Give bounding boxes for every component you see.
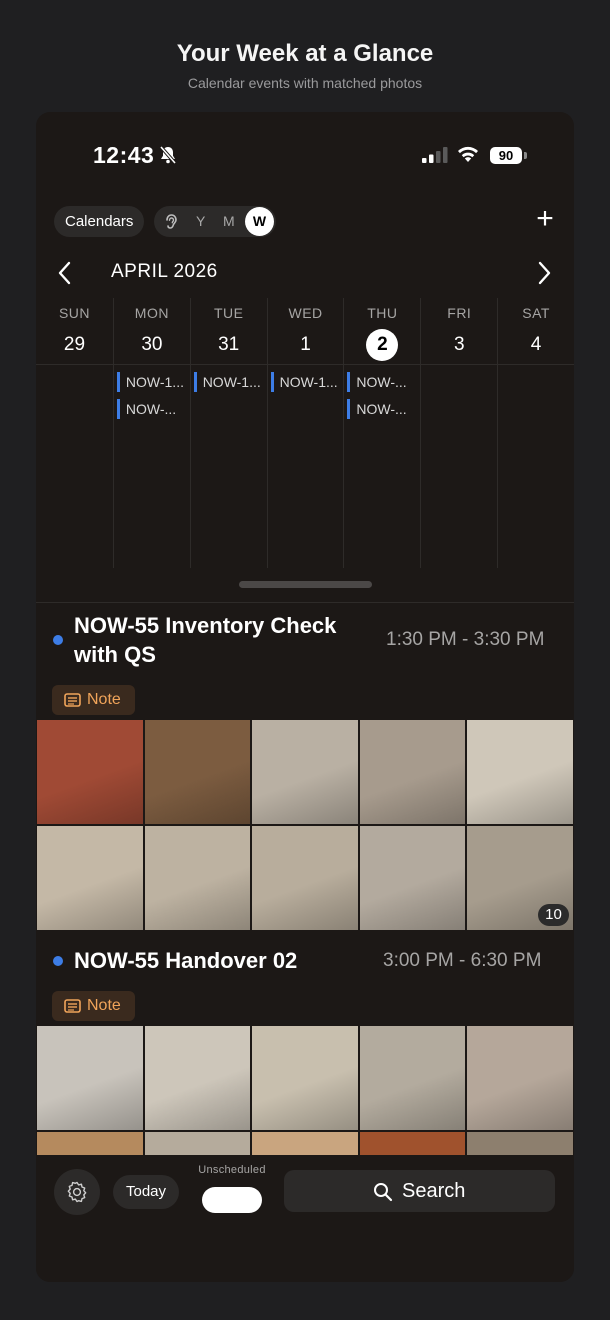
day-of-week: SUN [58,305,91,321]
photo-thumbnail[interactable] [36,719,144,825]
calendar-event-chip[interactable]: NOW-... [347,372,419,392]
day-column-mon[interactable]: MON 30 NOW-1... NOW-... [112,298,190,568]
month-navigation: APRIL 2026 [36,256,574,290]
bell-slash-icon [159,145,177,165]
today-button[interactable]: Today [113,1175,179,1209]
note-button[interactable]: Note [52,685,135,715]
event-title-line: NOW-55 Inventory Check [74,613,337,638]
photo-thumbnail[interactable] [36,1025,144,1131]
photo-thumbnail[interactable] [143,825,252,931]
day-of-week: SAT [522,305,550,321]
phone-screen: 12:43 90 Calendars Y M W + APRIL 2026 SU… [36,112,574,1282]
event-title: NOW-55 Inventory Check with QS [74,611,336,669]
day-number[interactable]: 4 [520,329,552,361]
day-column-sat[interactable]: SAT 4 [497,298,574,568]
calendar-event-chip[interactable]: NOW-... [347,399,419,419]
day-column-wed[interactable]: WED 1 NOW-1... [266,298,344,568]
photo-thumbnail[interactable] [466,1025,574,1131]
search-label: Search [402,1180,466,1202]
battery-icon: 90 [490,147,522,164]
view-week[interactable]: W [245,207,274,236]
settings-button[interactable] [54,1169,100,1215]
photo-thumbnail[interactable] [358,1025,467,1131]
day-column-fri[interactable]: FRI 3 [420,298,497,568]
view-mode-selector[interactable]: Y M W [154,206,276,237]
promo-subtitle: Calendar events with matched photos [187,75,423,91]
photo-thumbnail[interactable]: 10 [466,825,574,931]
calendar-event-chip[interactable]: NOW-1... [270,372,343,392]
chevron-right-icon[interactable] [533,260,555,286]
note-icon [64,999,81,1013]
calendar-event-chip[interactable]: NOW-1... [116,372,189,392]
note-label: Note [87,997,121,1014]
event-color-dot [53,956,63,966]
photo-thumbnail[interactable] [251,1025,359,1131]
note-button[interactable]: Note [52,991,135,1021]
toolbar: Calendars Y M W + [36,202,574,240]
event-color-dot [53,635,63,645]
bottom-toolbar: Today Unscheduled Search [36,1155,574,1282]
unscheduled-toggle[interactable] [202,1187,262,1213]
view-year[interactable]: Y [196,206,205,237]
promo-title: Your Week at a Glance [176,40,434,67]
day-number[interactable]: 3 [443,329,475,361]
status-bar: 12:43 90 [36,112,574,192]
battery-tip [524,152,527,159]
event-time: 1:30 PM - 3:30 PM [386,629,545,650]
section-divider [36,602,574,603]
ear-icon[interactable] [162,212,180,231]
calendar-event-chip[interactable]: NOW-... [116,399,189,419]
day-number[interactable]: 30 [136,329,168,361]
unscheduled-label: Unscheduled [198,1164,266,1176]
search-button[interactable]: Search [284,1170,555,1212]
day-column-tue[interactable]: TUE 31 NOW-1... [189,298,267,568]
event-card[interactable]: NOW-55 Handover 02 3:00 PM - 6:30 PM Not… [36,942,574,1237]
day-column-thu[interactable]: THU 2 NOW-... NOW-... [343,298,420,568]
photo-thumbnail[interactable] [251,719,359,825]
add-event-button[interactable]: + [533,202,557,236]
day-number[interactable]: 31 [213,329,245,361]
event-title: NOW-55 Handover 02 [74,948,298,973]
calendars-button[interactable]: Calendars [54,206,145,237]
month-label: APRIL 2026 [111,261,218,282]
today-indicator[interactable]: 2 [366,329,399,361]
event-title-line: with QS [74,642,156,667]
photo-thumbnail[interactable] [36,825,144,931]
photo-thumbnail[interactable] [143,1025,252,1131]
day-column-sun[interactable]: SUN 29 [36,298,113,568]
day-number[interactable]: 1 [290,329,322,361]
week-grid: SUN 29 MON 30 NOW-1... NOW-... TUE 31 NO… [36,298,574,568]
wifi-icon [458,146,478,162]
note-label: Note [87,691,121,708]
photo-thumbnail[interactable] [251,825,359,931]
calendar-event-chip[interactable]: NOW-1... [193,372,266,392]
photo-thumbnail[interactable] [358,719,467,825]
day-of-week: MON [134,305,169,321]
day-number[interactable]: 29 [59,329,91,361]
day-of-week: WED [288,305,323,321]
day-of-week: FRI [447,305,472,321]
gear-icon [67,1181,87,1203]
signal-icon [422,147,448,163]
note-icon [64,693,81,707]
week-header-divider [36,364,574,365]
chevron-left-icon[interactable] [54,260,76,286]
photo-thumbnail[interactable] [143,719,252,825]
photo-count-badge: 10 [537,904,569,926]
day-of-week: TUE [213,305,244,321]
event-card[interactable]: NOW-55 Inventory Check with QS 1:30 PM -… [36,607,574,937]
day-of-week: THU [367,305,398,321]
photo-thumbnail[interactable] [358,825,467,931]
photo-grid: 10 [36,719,574,931]
status-time: 12:43 [93,142,155,168]
event-time: 3:00 PM - 6:30 PM [383,950,542,971]
sheet-drag-handle[interactable] [239,581,372,588]
photo-thumbnail[interactable] [466,719,574,825]
search-icon [374,1183,393,1202]
view-month[interactable]: M [223,206,235,237]
